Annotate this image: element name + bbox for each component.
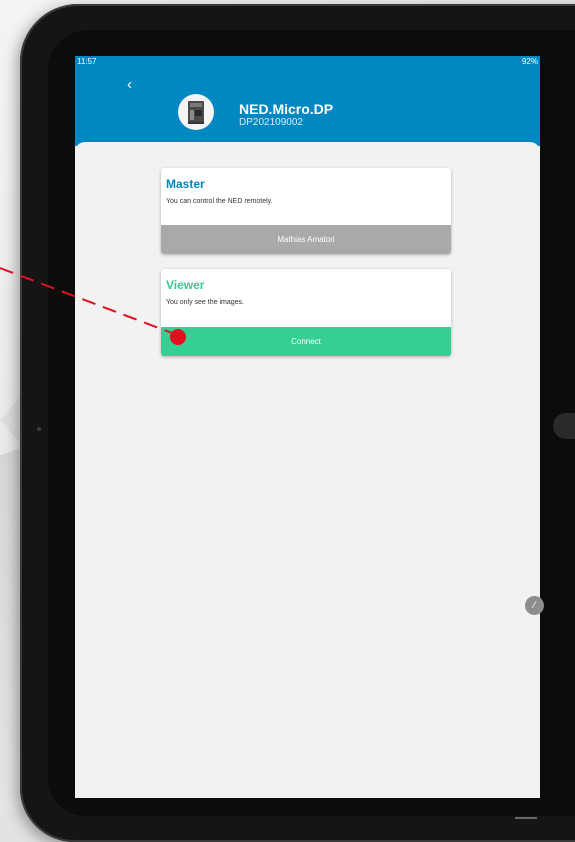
annotation-dashed-line: [0, 267, 173, 334]
annotation-click-dot: [170, 329, 186, 345]
annotation-overlay: [0, 267, 186, 345]
